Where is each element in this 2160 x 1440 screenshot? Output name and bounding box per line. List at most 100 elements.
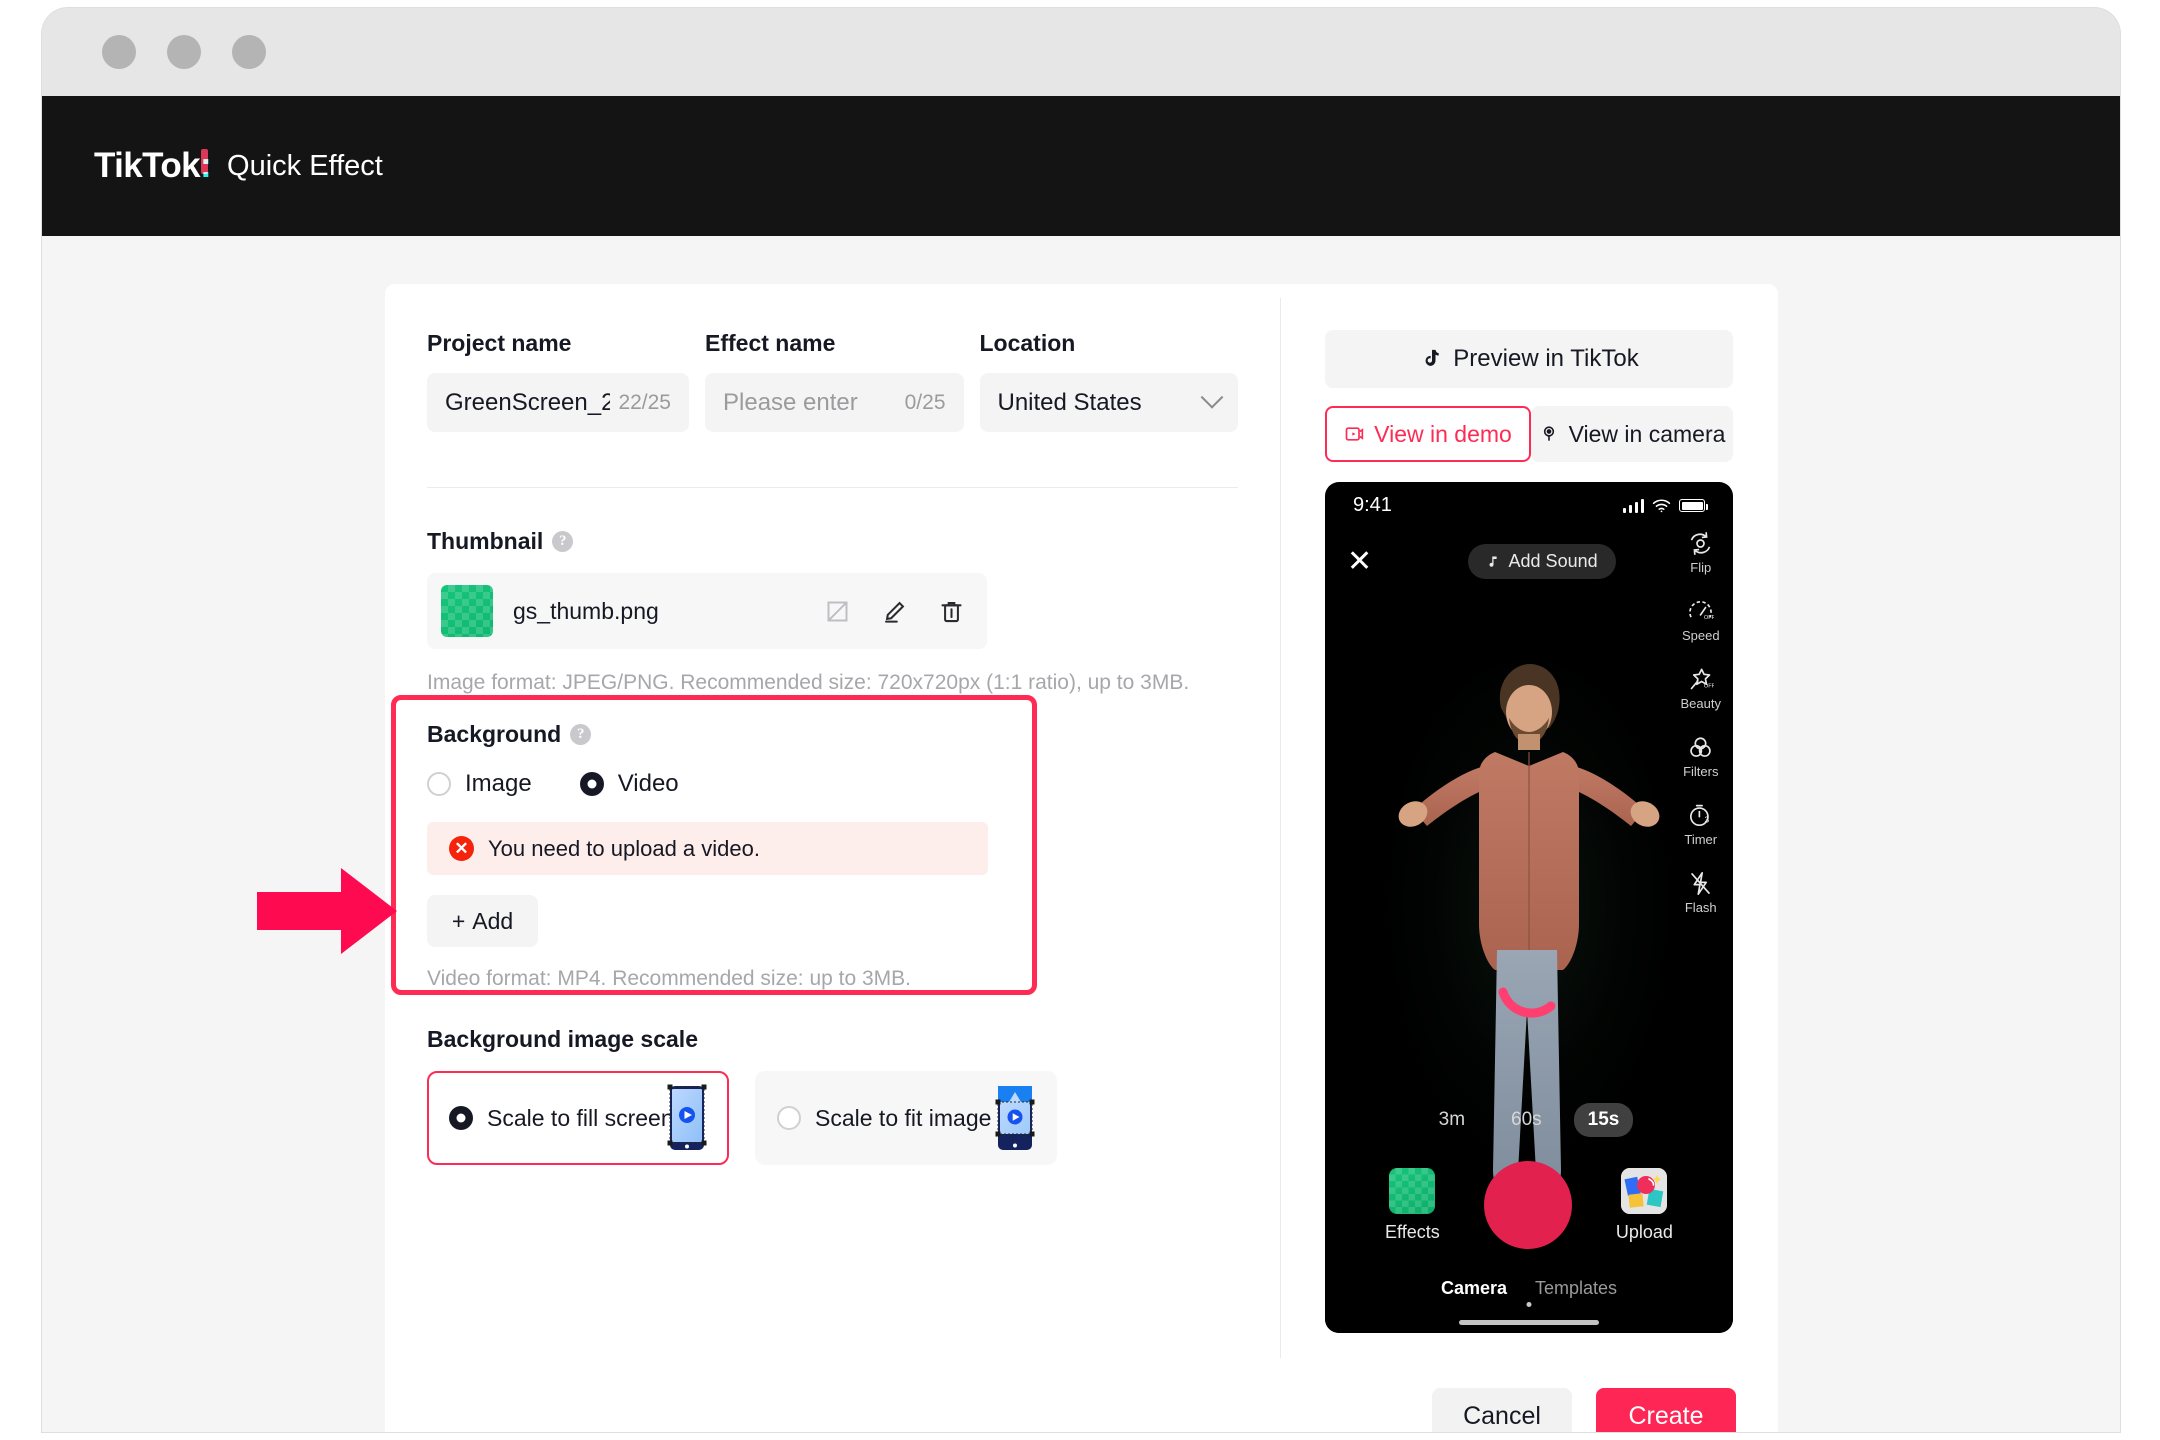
effect-name-label: Effect name <box>705 330 836 356</box>
upload-gallery-icon <box>1621 1167 1668 1214</box>
project-name-counter: 22/25 <box>618 390 671 414</box>
cancel-button[interactable]: Cancel <box>1432 1388 1572 1432</box>
camera-pin-icon <box>1543 426 1554 441</box>
upload-error-alert: ✕ You need to upload a video. <box>427 822 988 875</box>
close-icon[interactable]: ✕ <box>1347 546 1372 577</box>
thumbnail-file-name: gs_thumb.png <box>513 597 659 624</box>
tiktok-note-icon <box>1425 349 1440 366</box>
svg-text:3: 3 <box>1705 814 1710 824</box>
phone-preview: 9:41 ✕ Add Sound Flip OFF Speed OFF Beau… <box>1325 482 1733 1333</box>
tool-label: Flip <box>1690 560 1712 575</box>
create-button[interactable]: Create <box>1596 1388 1736 1432</box>
background-scale-section: Background image scale Scale to fill scr… <box>427 1026 1238 1165</box>
scale-option-fill-screen[interactable]: Scale to fill screen <box>427 1071 729 1165</box>
camera-tool-rail: Flip OFF Speed OFF Beauty Filters 3 Time… <box>1681 530 1721 915</box>
preview-mode-segments: View in demo View in camera <box>1325 406 1733 462</box>
project-name-input[interactable]: GreenScreen_230' 22/25 <box>427 373 689 432</box>
scale-option-fit-image[interactable]: Scale to fit image <box>755 1071 1057 1165</box>
radio-label: Image <box>465 770 532 797</box>
annotation-arrow-icon <box>257 868 397 954</box>
tool-speed[interactable]: OFF Speed <box>1682 598 1720 643</box>
battery-icon <box>1679 499 1708 512</box>
radio-dot <box>777 1106 801 1130</box>
wifi-icon <box>1652 499 1671 513</box>
camera-controls: Effects Upload <box>1325 1161 1733 1249</box>
radio-dot <box>427 772 451 796</box>
section-divider <box>427 487 1238 488</box>
timer-icon: 3 <box>1690 804 1710 827</box>
card-footer: Cancel Create <box>385 1381 1778 1432</box>
scale-option-label: Scale to fit image <box>815 1104 992 1131</box>
add-sound-button[interactable]: Add Sound <box>1467 544 1616 579</box>
window-minimize-dot[interactable] <box>167 35 201 69</box>
status-time: 9:41 <box>1353 494 1392 516</box>
duration-60s[interactable]: 60s <box>1497 1103 1556 1137</box>
location-select[interactable]: United States <box>979 373 1238 432</box>
demo-screen-icon <box>1345 427 1364 441</box>
beauty-wand-icon: OFF <box>1690 668 1714 689</box>
browser-window: TikTok: Quick Effect Project name GreenS… <box>42 8 2120 1432</box>
phone-top-bar: ✕ Add Sound <box>1325 544 1733 579</box>
tool-label: Timer <box>1684 832 1718 847</box>
tool-flash[interactable]: Flash <box>1685 870 1717 915</box>
project-name-value: GreenScreen_230' <box>445 388 611 416</box>
thumbnail-preview-image <box>441 585 493 637</box>
app-header: TikTok: Quick Effect <box>42 96 2120 236</box>
editor-card: Project name GreenScreen_230' 22/25 Effe… <box>385 284 1778 1432</box>
tool-timer[interactable]: 3 Timer <box>1684 802 1717 847</box>
delete-trash-icon[interactable] <box>938 598 965 625</box>
upload-thumbnail <box>1621 1167 1668 1214</box>
duration-3m[interactable]: 3m <box>1425 1103 1479 1137</box>
duration-selector: 3m 60s 15s <box>1325 1103 1733 1137</box>
tool-beauty[interactable]: OFF Beauty <box>1681 666 1721 711</box>
svg-text:OFF: OFF <box>1704 683 1714 689</box>
tab-templates[interactable]: Templates <box>1535 1278 1617 1299</box>
location-field: Location United States <box>979 330 1238 432</box>
crop-icon[interactable] <box>824 598 851 625</box>
tool-label: Filters <box>1683 764 1719 779</box>
tool-label: Beauty <box>1680 696 1721 711</box>
radio-background-image[interactable]: Image <box>427 770 532 798</box>
effects-button[interactable]: Effects <box>1385 1167 1440 1243</box>
window-close-dot[interactable] <box>102 35 136 69</box>
window-titlebar <box>42 8 2120 96</box>
thumbnail-section: Thumbnail ? gs_thumb.png Image format: J… <box>427 528 1238 695</box>
help-icon[interactable]: ? <box>570 724 592 745</box>
page-body: Project name GreenScreen_230' 22/25 Effe… <box>42 236 2120 1432</box>
thumbnail-hint: Image format: JPEG/PNG. Recommended size… <box>427 671 1190 694</box>
duration-15s[interactable]: 15s <box>1573 1103 1634 1137</box>
radio-background-video[interactable]: Video <box>579 770 679 798</box>
project-name-field: Project name GreenScreen_230' 22/25 <box>427 330 689 432</box>
add-video-button[interactable]: + Add <box>427 895 538 947</box>
location-label: Location <box>979 330 1076 356</box>
segment-view-in-demo[interactable]: View in demo <box>1325 406 1531 462</box>
help-icon[interactable]: ? <box>552 531 574 552</box>
effect-name-counter: 0/25 <box>904 390 946 414</box>
effect-name-placeholder: Please enter <box>723 388 858 416</box>
record-button[interactable] <box>1483 1161 1572 1249</box>
location-value: United States <box>997 388 1142 416</box>
preview-in-tiktok-button[interactable]: Preview in TikTok <box>1325 330 1733 388</box>
tool-filters[interactable]: Filters <box>1683 734 1718 779</box>
project-name-label: Project name <box>427 330 572 356</box>
thumbnail-heading: Thumbnail ? <box>427 528 1238 555</box>
tab-camera[interactable]: Camera <box>1441 1278 1507 1299</box>
tool-flip[interactable]: Flip <box>1687 530 1714 575</box>
effect-name-input[interactable]: Please enter 0/25 <box>705 373 964 432</box>
edit-pencil-icon[interactable] <box>881 598 908 625</box>
tiktok-logo[interactable]: TikTok: <box>94 146 212 186</box>
window-maximize-dot[interactable] <box>232 35 266 69</box>
radio-dot-selected <box>449 1106 473 1130</box>
signal-icon <box>1622 498 1644 513</box>
segment-view-in-camera[interactable]: View in camera <box>1531 406 1733 462</box>
thumbnail-file-row: gs_thumb.png <box>427 573 987 649</box>
speed-gauge-icon: OFF <box>1689 600 1714 621</box>
tab-indicator-dot <box>1526 1302 1532 1307</box>
logo-colon: : <box>199 146 212 185</box>
thumbnail-label: Thumbnail <box>427 528 544 554</box>
fill-screen-preview-icon <box>667 1084 707 1150</box>
scale-label: Background image scale <box>427 1026 698 1052</box>
preview-pane: Preview in TikTok View in demo View in c… <box>1281 284 1778 1381</box>
upload-button[interactable]: Upload <box>1616 1167 1673 1243</box>
segment-label: View in demo <box>1374 420 1512 447</box>
